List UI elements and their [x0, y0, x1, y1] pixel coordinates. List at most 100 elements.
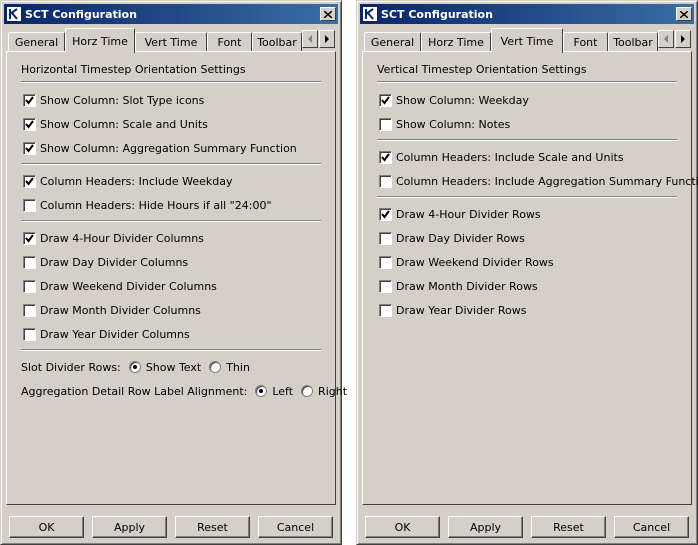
checkbox-unchecked[interactable]	[23, 198, 36, 212]
title-bar[interactable]: SCT Configuration	[360, 4, 694, 24]
checkbox-unchecked[interactable]	[379, 231, 392, 245]
checkbox-unchecked[interactable]	[379, 279, 392, 293]
divider	[21, 163, 321, 165]
checkbox-unchecked[interactable]	[23, 327, 36, 341]
tab-scroll-right-icon[interactable]	[319, 30, 335, 48]
checkbox-draw-year-columns[interactable]: Draw Year Divider Columns	[23, 326, 190, 342]
tab-scroll-left-icon[interactable]	[658, 30, 674, 48]
checkbox-draw-year-rows[interactable]: Draw Year Divider Rows	[379, 302, 526, 318]
window-title: SCT Configuration	[381, 7, 493, 21]
close-icon[interactable]	[320, 7, 336, 21]
radio-selected[interactable]	[128, 361, 141, 373]
checkbox-checked[interactable]	[23, 117, 36, 131]
checkbox-unchecked[interactable]	[23, 303, 36, 317]
tab-scroll-left-icon[interactable]	[302, 30, 318, 48]
slot-divider-rows-label: Slot Divider Rows:	[21, 360, 121, 374]
close-icon[interactable]	[676, 7, 692, 21]
checkbox-draw-month-columns[interactable]: Draw Month Divider Columns	[23, 302, 201, 318]
ok-button[interactable]: OK	[9, 516, 84, 538]
reset-button[interactable]: Reset	[175, 516, 250, 538]
radio-label: Right	[318, 384, 348, 398]
checkbox-unchecked[interactable]	[379, 117, 392, 131]
tab-font[interactable]: Font	[563, 32, 608, 52]
checkbox-unchecked[interactable]	[23, 255, 36, 269]
cancel-button[interactable]: Cancel	[258, 516, 333, 538]
divider	[21, 220, 321, 222]
tab-scroll-right-icon[interactable]	[675, 30, 691, 48]
apply-button[interactable]: Apply	[92, 516, 167, 538]
checkbox-show-weekday[interactable]: Show Column: Weekday	[379, 92, 529, 108]
checkbox-checked[interactable]	[23, 93, 36, 107]
divider	[377, 139, 677, 141]
tab-font[interactable]: Font	[207, 32, 252, 52]
checkbox-label: Draw Day Divider Columns	[40, 255, 189, 269]
checkbox-label: Draw Weekend Divider Rows	[396, 255, 554, 269]
checkbox-label: Draw 4-Hour Divider Columns	[40, 231, 204, 245]
checkbox-draw-day-rows[interactable]: Draw Day Divider Rows	[379, 230, 525, 246]
panel-title: Horizontal Timestep Orientation Settings	[21, 63, 246, 76]
checkbox-checked[interactable]	[23, 231, 36, 245]
checkbox-label: Draw Month Divider Columns	[40, 303, 201, 317]
checkbox-label: Column Headers: Hide Hours if all "24:00…	[40, 198, 272, 212]
button-bar: OK Apply Reset Cancel	[362, 513, 692, 540]
tab-vert-time[interactable]: Vert Time	[491, 28, 563, 53]
apply-button[interactable]: Apply	[448, 516, 523, 538]
checkbox-draw-weekend-columns[interactable]: Draw Weekend Divider Columns	[23, 278, 217, 294]
radio-label: Show Text	[145, 360, 202, 374]
radio-show-text[interactable]: Show Text	[128, 360, 202, 374]
aggregation-alignment-radio-group: Left Right	[255, 385, 355, 398]
radio-left[interactable]: Left	[255, 385, 293, 398]
tab-horz-time[interactable]: Horz Time	[421, 32, 491, 52]
tab-bar: General Horz Time Vert Time Font Toolbar	[362, 28, 692, 53]
checkbox-checked[interactable]	[379, 150, 392, 164]
checkbox-draw-weekend-rows[interactable]: Draw Weekend Divider Rows	[379, 254, 554, 270]
tab-toolbar[interactable]: Toolbar	[252, 32, 302, 52]
tab-vert-time[interactable]: Vert Time	[135, 32, 207, 52]
checkbox-label: Show Column: Aggregation Summary Functio…	[40, 141, 297, 155]
checkbox-draw-day-columns[interactable]: Draw Day Divider Columns	[23, 254, 188, 270]
checkbox-show-notes[interactable]: Show Column: Notes	[379, 116, 510, 132]
ok-button[interactable]: OK	[365, 516, 440, 538]
checkbox-unchecked[interactable]	[379, 174, 392, 188]
radio-unselected[interactable]	[301, 385, 314, 397]
checkbox-label: Column Headers: Include Scale and Units	[396, 150, 624, 164]
checkbox-headers-hide-hours[interactable]: Column Headers: Hide Hours if all "24:00…	[23, 197, 272, 213]
checkbox-draw-4hour-columns[interactable]: Draw 4-Hour Divider Columns	[23, 230, 204, 246]
reset-button[interactable]: Reset	[531, 516, 606, 538]
checkbox-unchecked[interactable]	[23, 279, 36, 293]
checkbox-label: Show Column: Weekday	[396, 93, 529, 107]
checkbox-headers-include-aggregation[interactable]: Column Headers: Include Aggregation Summ…	[379, 173, 698, 189]
checkbox-label: Draw Year Divider Columns	[40, 327, 190, 341]
title-bar[interactable]: SCT Configuration	[4, 4, 338, 24]
app-icon	[362, 6, 378, 22]
checkbox-headers-include-weekday[interactable]: Column Headers: Include Weekday	[23, 173, 233, 189]
checkbox-show-aggregation-summary[interactable]: Show Column: Aggregation Summary Functio…	[23, 140, 297, 156]
tab-horz-time[interactable]: Horz Time	[65, 28, 135, 53]
tab-general[interactable]: General	[8, 32, 65, 52]
checkbox-unchecked[interactable]	[379, 303, 392, 317]
radio-selected[interactable]	[255, 385, 268, 397]
checkbox-checked[interactable]	[379, 93, 392, 107]
checkbox-label: Draw Weekend Divider Columns	[40, 279, 217, 293]
checkbox-draw-4hour-rows[interactable]: Draw 4-Hour Divider Rows	[379, 206, 541, 222]
tab-general[interactable]: General	[364, 32, 421, 52]
radio-right[interactable]: Right	[301, 385, 347, 398]
checkbox-checked[interactable]	[379, 207, 392, 221]
checkbox-label: Draw 4-Hour Divider Rows	[396, 207, 541, 221]
cancel-button[interactable]: Cancel	[614, 516, 689, 538]
checkbox-show-slot-type-icons[interactable]: Show Column: Slot Type icons	[23, 92, 204, 108]
checkbox-draw-month-rows[interactable]: Draw Month Divider Rows	[379, 278, 538, 294]
checkbox-headers-include-scale-units[interactable]: Column Headers: Include Scale and Units	[379, 149, 624, 165]
checkbox-checked[interactable]	[23, 141, 36, 155]
checkbox-checked[interactable]	[23, 174, 36, 188]
button-bar: OK Apply Reset Cancel	[6, 513, 336, 540]
checkbox-unchecked[interactable]	[379, 255, 392, 269]
checkbox-label: Draw Year Divider Rows	[396, 303, 527, 317]
radio-unselected[interactable]	[209, 361, 222, 373]
sct-config-window-vert: SCT Configuration General Horz Time Vert…	[356, 0, 698, 545]
tab-bar: General Horz Time Vert Time Font Toolbar	[6, 28, 336, 53]
radio-thin[interactable]: Thin	[209, 361, 250, 374]
divider	[377, 196, 677, 198]
tab-toolbar[interactable]: Toolbar	[608, 32, 658, 52]
checkbox-show-scale-units[interactable]: Show Column: Scale and Units	[23, 116, 208, 132]
